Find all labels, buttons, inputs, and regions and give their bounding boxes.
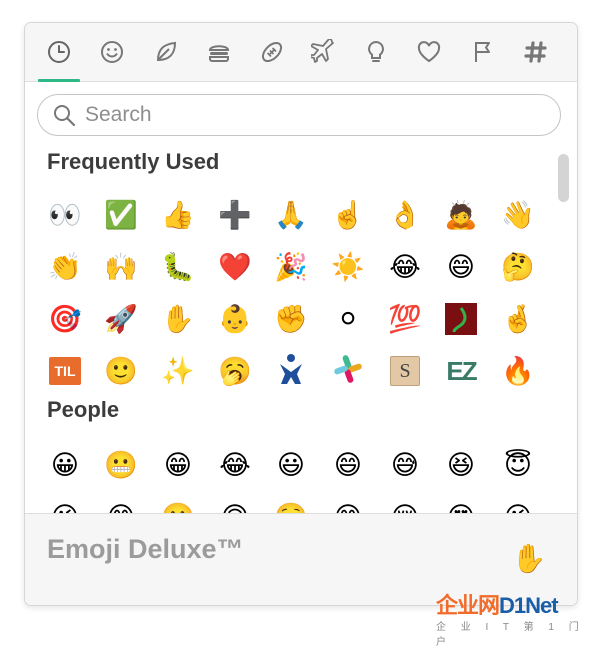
- frequently-used-emoji[interactable]: 🙂: [101, 351, 141, 391]
- footer-title: Emoji Deluxe™: [47, 534, 244, 564]
- frequently-used-emoji[interactable]: 🙇: [441, 195, 481, 235]
- frequently-used-emoji[interactable]: 😂: [385, 247, 425, 287]
- lightbulb-icon: [368, 40, 384, 62]
- frequently-used-emoji[interactable]: 🤞: [498, 299, 538, 339]
- people-emoji[interactable]: 😆: [441, 445, 481, 485]
- people-emoji[interactable]: 😂: [215, 445, 255, 485]
- frequently-used-emoji[interactable]: 🚀: [101, 299, 141, 339]
- frequently-used-emoji[interactable]: 👀: [45, 195, 85, 235]
- search-box[interactable]: [37, 94, 561, 136]
- frequently-used-emoji[interactable]: 🙌: [101, 247, 141, 287]
- frequently-used-emoji[interactable]: 👌: [385, 195, 425, 235]
- frequently-used-emoji[interactable]: 👶: [215, 299, 255, 339]
- frequently-used-emoji[interactable]: 🐛: [158, 247, 198, 287]
- frequently-used-emoji[interactable]: ✨: [158, 351, 198, 391]
- emoji-list[interactable]: Frequently Used 👀 ✅ 👍 ➕ 🙏 ☝️ 👌 🙇 👋 👏 🙌 🐛 ❤️ 🎉 ☀️ 😂 😄 🤔 🎯 🚀 ✋…: [25, 147, 577, 513]
- people-emoji[interactable]: ☺️: [271, 497, 311, 514]
- tab-flag[interactable]: [459, 23, 507, 81]
- people-emoji[interactable]: 😄: [328, 445, 368, 485]
- jira-emoji-image: [276, 352, 306, 391]
- frequently-used-emoji[interactable]: 👍: [158, 195, 198, 235]
- slack-logo-emoji-image: [332, 353, 364, 390]
- frequently-used-emoji[interactable]: TIL: [45, 351, 85, 391]
- category-tabs: [25, 23, 577, 82]
- people-emoji[interactable]: 😍: [441, 497, 481, 514]
- frequently-used-emoji[interactable]: [441, 299, 481, 339]
- frequently-used-emoji[interactable]: ➕: [215, 195, 255, 235]
- section-heading-people: People: [47, 397, 120, 422]
- tab-leaf[interactable]: [142, 23, 190, 81]
- frequently-used-emoji[interactable]: 🎉: [271, 247, 311, 287]
- frequently-used-emoji[interactable]: 👏: [45, 247, 85, 287]
- frequently-used-emoji[interactable]: ❤️: [215, 247, 255, 287]
- frequently-used-emoji[interactable]: ✅: [101, 195, 141, 235]
- people-emoji[interactable]: 😇: [498, 445, 538, 485]
- tab-burger[interactable]: [195, 23, 243, 81]
- football-icon: [261, 41, 283, 63]
- slack-hash-icon: [524, 41, 547, 63]
- frequently-used-emoji[interactable]: 🙏: [271, 195, 311, 235]
- people-emoji[interactable]: 😌: [385, 497, 425, 514]
- frequently-used-emoji[interactable]: 👋: [498, 195, 538, 235]
- watermark: 企业网D1Net 企 业 I T 第 1 门 户: [436, 588, 600, 648]
- clock-icon: [48, 41, 70, 63]
- tab-airplane[interactable]: [300, 23, 348, 81]
- frequently-used-emoji[interactable]: ☝️: [328, 195, 368, 235]
- watermark-subtitle: 企 业 I T 第 1 门 户: [436, 622, 585, 648]
- custom-photo-emoji-image: [445, 303, 477, 335]
- frequently-used-emoji[interactable]: ✊: [271, 299, 311, 339]
- tab-smiley[interactable]: [88, 23, 136, 81]
- tab-clock[interactable]: [35, 23, 83, 82]
- tab-slack-hash[interactable]: [512, 23, 560, 81]
- search-icon: [54, 105, 76, 127]
- people-emoji[interactable]: 😀: [45, 445, 85, 485]
- people-emoji[interactable]: 🙃: [215, 497, 255, 514]
- frequently-used-emoji[interactable]: EZ: [441, 351, 481, 391]
- frequently-used-emoji[interactable]: 🤔: [498, 247, 538, 287]
- people-emoji[interactable]: 😅: [385, 445, 425, 485]
- frequently-used-emoji[interactable]: 🎯: [45, 299, 85, 339]
- leaf-icon: [156, 41, 177, 62]
- scrollbar-thumb[interactable]: [558, 154, 569, 202]
- frequently-used-emoji[interactable]: ☀️: [328, 247, 368, 287]
- watermark-text-en: D1Net: [499, 593, 559, 618]
- watermark-logo: 企业网D1Net: [436, 588, 600, 620]
- people-emoji[interactable]: 😃: [271, 445, 311, 485]
- skin-tone-button[interactable]: ✋: [511, 538, 547, 578]
- frequently-used-emoji[interactable]: 🔥: [498, 351, 538, 391]
- burger-icon: [208, 45, 230, 62]
- til-emoji-image: TIL: [49, 357, 81, 385]
- smiley-icon: [101, 41, 123, 63]
- heart-icon: [417, 41, 441, 63]
- scrabble-tile-emoji-image: S: [390, 356, 420, 386]
- watermark-text-cn: 企业网: [436, 593, 500, 618]
- people-emoji[interactable]: 😉: [45, 497, 85, 514]
- people-emoji[interactable]: 😘: [498, 497, 538, 514]
- frequently-used-emoji[interactable]: 🥱: [215, 351, 255, 391]
- search-input[interactable]: [85, 103, 525, 127]
- frequently-used-emoji[interactable]: [271, 351, 311, 391]
- frequently-used-emoji[interactable]: 😄: [441, 247, 481, 287]
- people-emoji[interactable]: 😋: [328, 497, 368, 514]
- ez-emoji-image: EZ: [446, 356, 477, 386]
- emoji-picker: Frequently Used 👀 ✅ 👍 ➕ 🙏 ☝️ 👌 🙇 👋 👏 🙌 🐛 ❤️ 🎉 ☀️ 😂 😄 🤔 🎯 🚀 ✋…: [24, 22, 578, 606]
- people-emoji[interactable]: 🙂: [158, 497, 198, 514]
- people-emoji[interactable]: 😁: [158, 445, 198, 485]
- tab-heart[interactable]: [405, 23, 453, 81]
- people-emoji[interactable]: 😊: [101, 497, 141, 514]
- people-emoji[interactable]: 😬: [101, 445, 141, 485]
- flag-icon: [475, 42, 490, 62]
- frequently-used-emoji[interactable]: S: [385, 351, 425, 391]
- frequently-used-emoji[interactable]: 💯: [385, 299, 425, 339]
- tab-football[interactable]: [248, 23, 296, 81]
- frequently-used-emoji[interactable]: ✋: [158, 299, 198, 339]
- frequently-used-emoji[interactable]: [328, 351, 368, 391]
- frequently-used-emoji[interactable]: ⚪: [328, 299, 368, 339]
- tab-lightbulb[interactable]: [352, 23, 400, 81]
- airplane-icon: [311, 39, 334, 63]
- section-heading-frequently-used: Frequently Used: [47, 149, 220, 174]
